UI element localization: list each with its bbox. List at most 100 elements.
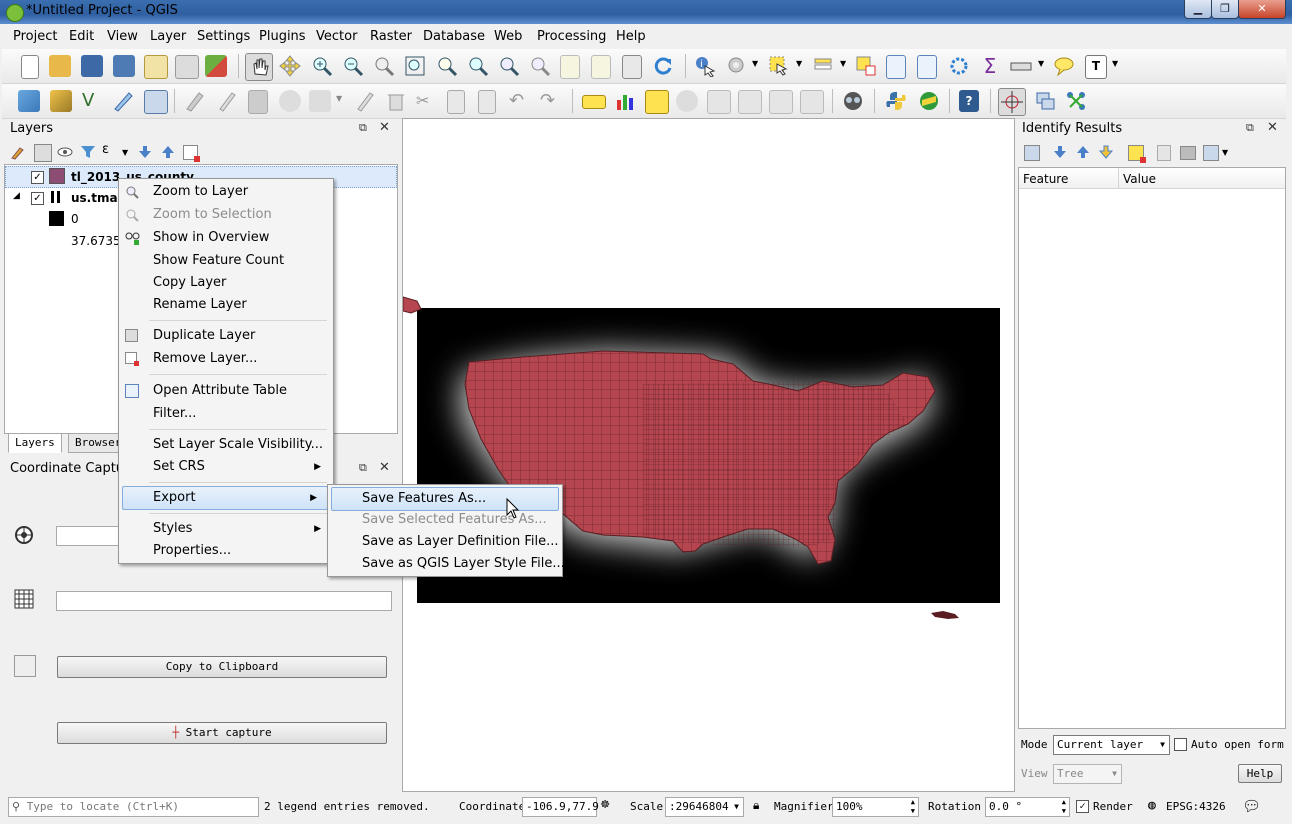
- zoom-native-icon[interactable]: [373, 55, 395, 77]
- float-panel-button[interactable]: ⧉: [359, 121, 367, 135]
- menu-edit[interactable]: Edit: [69, 29, 94, 44]
- run-action-icon[interactable]: [726, 55, 748, 77]
- view-select[interactable]: Tree ▼: [1053, 764, 1122, 784]
- layer-visibility-checkbox[interactable]: ✓: [31, 192, 44, 205]
- sum-icon[interactable]: Σ: [979, 55, 1001, 77]
- close-panel-button[interactable]: ✕: [379, 460, 390, 475]
- menu-item-save-qgis-layer-style[interactable]: Save as QGIS Layer Style File...: [328, 553, 565, 575]
- menu-item-save-layer-definition[interactable]: Save as Layer Definition File...: [328, 531, 560, 553]
- minimize-button[interactable]: ▁: [1184, 0, 1212, 19]
- clear-results-icon[interactable]: [1128, 145, 1146, 163]
- select-by-value-icon[interactable]: [812, 55, 834, 77]
- chevron-down-icon[interactable]: ▼: [796, 59, 802, 68]
- text-annotation-icon[interactable]: T: [1085, 55, 1107, 79]
- delete-selected-icon[interactable]: [385, 90, 407, 112]
- scale-combobox[interactable]: :29646804 ▼: [665, 797, 744, 817]
- copy-feature-icon[interactable]: [1157, 145, 1171, 161]
- chevron-down-icon[interactable]: ▼: [1112, 59, 1118, 68]
- menu-help[interactable]: Help: [616, 29, 646, 44]
- menu-item-copy-layer[interactable]: Copy Layer: [119, 272, 331, 294]
- add-feature-icon[interactable]: [279, 90, 301, 112]
- menu-item-export[interactable]: Export ▶: [122, 486, 328, 510]
- save-as-icon[interactable]: [113, 55, 135, 77]
- save-layer-edits-icon[interactable]: [248, 90, 268, 114]
- network-tool-icon[interactable]: [1065, 90, 1087, 112]
- zoom-next-icon[interactable]: [529, 55, 551, 77]
- menu-processing[interactable]: Processing: [537, 29, 606, 44]
- magnifier-spinbox[interactable]: 100% ▲ ▼: [832, 797, 919, 817]
- locator-search-input[interactable]: ⚲ Type to locate (Ctrl+K): [8, 797, 259, 817]
- rotate-label-icon[interactable]: [769, 90, 793, 114]
- chevron-down-icon[interactable]: ▼: [1038, 59, 1044, 68]
- auto-open-form-checkbox[interactable]: [1174, 738, 1187, 751]
- menu-item-save-features-as[interactable]: Save Features As...: [331, 487, 559, 511]
- expand-tree-icon[interactable]: [1024, 145, 1040, 161]
- collapse-triangle-icon[interactable]: ◢: [13, 191, 20, 201]
- coordinate-field[interactable]: -106.9,77.9: [522, 797, 599, 817]
- add-group-icon[interactable]: [34, 144, 52, 162]
- zoom-to-selection-icon[interactable]: [436, 55, 458, 77]
- paste-features-icon[interactable]: [478, 90, 496, 114]
- menu-layer[interactable]: Layer: [150, 29, 186, 44]
- menu-view[interactable]: View: [107, 29, 138, 44]
- highlight-pinned-labels-icon[interactable]: [645, 90, 669, 114]
- measure-line-icon[interactable]: [1010, 55, 1032, 77]
- select-features-options-icon[interactable]: [1203, 145, 1219, 161]
- save-project-icon[interactable]: [81, 55, 103, 77]
- labeling-icon[interactable]: [582, 95, 606, 109]
- add-vector-layer-icon[interactable]: [18, 90, 40, 112]
- column-header-value[interactable]: Value: [1123, 172, 1156, 186]
- rotation-spinbox[interactable]: 0.0 ° ▲ ▼: [985, 797, 1070, 817]
- layer-diagram-icon[interactable]: [614, 90, 636, 112]
- toggle-editing-icon[interactable]: [216, 90, 238, 112]
- copy-to-clipboard-button[interactable]: Copy to Clipboard: [57, 656, 387, 678]
- collapse-all-icon[interactable]: [1075, 144, 1091, 160]
- layer-symbol-swatch[interactable]: [49, 168, 65, 184]
- zoom-out-icon[interactable]: [342, 55, 364, 77]
- edit-attributes-icon[interactable]: [354, 90, 376, 112]
- help-contents-icon[interactable]: ?: [959, 90, 979, 112]
- copy-features-icon[interactable]: [447, 90, 465, 114]
- manage-visibility-icon[interactable]: [57, 144, 73, 160]
- zoom-in-icon[interactable]: [311, 55, 333, 77]
- tab-layers[interactable]: Layers: [8, 433, 62, 453]
- chevron-down-icon[interactable]: ▼: [336, 94, 342, 103]
- remove-layer-icon[interactable]: [183, 145, 200, 162]
- menu-database[interactable]: Database: [423, 29, 485, 44]
- start-capture-button[interactable]: ┼ Start capture: [57, 722, 387, 744]
- menu-item-show-in-overview[interactable]: Show in Overview: [119, 227, 331, 249]
- menu-vector[interactable]: Vector: [316, 29, 357, 44]
- map-tips-icon[interactable]: [622, 55, 642, 79]
- filter-expression-icon[interactable]: ε: [102, 142, 109, 157]
- georeferencer-icon[interactable]: [842, 90, 864, 112]
- layer-visibility-checkbox[interactable]: ✓: [31, 171, 44, 184]
- offline-editing-icon[interactable]: [1034, 90, 1056, 112]
- menu-raster[interactable]: Raster: [370, 29, 412, 44]
- menu-item-set-layer-scale-visibility[interactable]: Set Layer Scale Visibility...: [119, 434, 331, 456]
- filter-legend-icon[interactable]: [80, 144, 96, 160]
- composer-manager-icon[interactable]: [175, 55, 199, 79]
- zoom-to-layer-icon[interactable]: [467, 55, 489, 77]
- pan-map-icon[interactable]: [245, 53, 273, 81]
- collapse-all-icon[interactable]: [160, 144, 176, 160]
- crs-selector-icon[interactable]: [14, 525, 34, 545]
- undo-icon[interactable]: ↶: [509, 90, 531, 112]
- column-header-feature[interactable]: Feature: [1023, 172, 1068, 186]
- pan-to-selection-icon[interactable]: [279, 55, 301, 77]
- extents-toggle-icon[interactable]: ☸: [601, 797, 609, 813]
- processing-toolbox-icon[interactable]: [918, 90, 940, 112]
- change-label-icon[interactable]: [800, 90, 824, 114]
- zoom-last-icon[interactable]: [498, 55, 520, 77]
- close-panel-button[interactable]: ✕: [1267, 120, 1278, 135]
- menu-item-open-attribute-table[interactable]: Open Attribute Table: [119, 380, 331, 402]
- mode-select[interactable]: Current layer ▼: [1053, 735, 1170, 755]
- menu-item-rename-layer[interactable]: Rename Layer: [119, 294, 331, 316]
- menu-item-zoom-to-layer[interactable]: Zoom to Layer: [119, 181, 331, 203]
- identify-features-icon[interactable]: i: [694, 55, 716, 78]
- crs-status-button[interactable]: EPSG:4326: [1166, 800, 1226, 813]
- new-shapefile-icon[interactable]: [112, 90, 134, 112]
- map-canvas[interactable]: [402, 118, 1015, 792]
- add-raster-layer-icon[interactable]: [50, 90, 72, 112]
- deselect-all-icon[interactable]: [855, 55, 877, 77]
- coordinate-capture-icon[interactable]: [998, 88, 1026, 116]
